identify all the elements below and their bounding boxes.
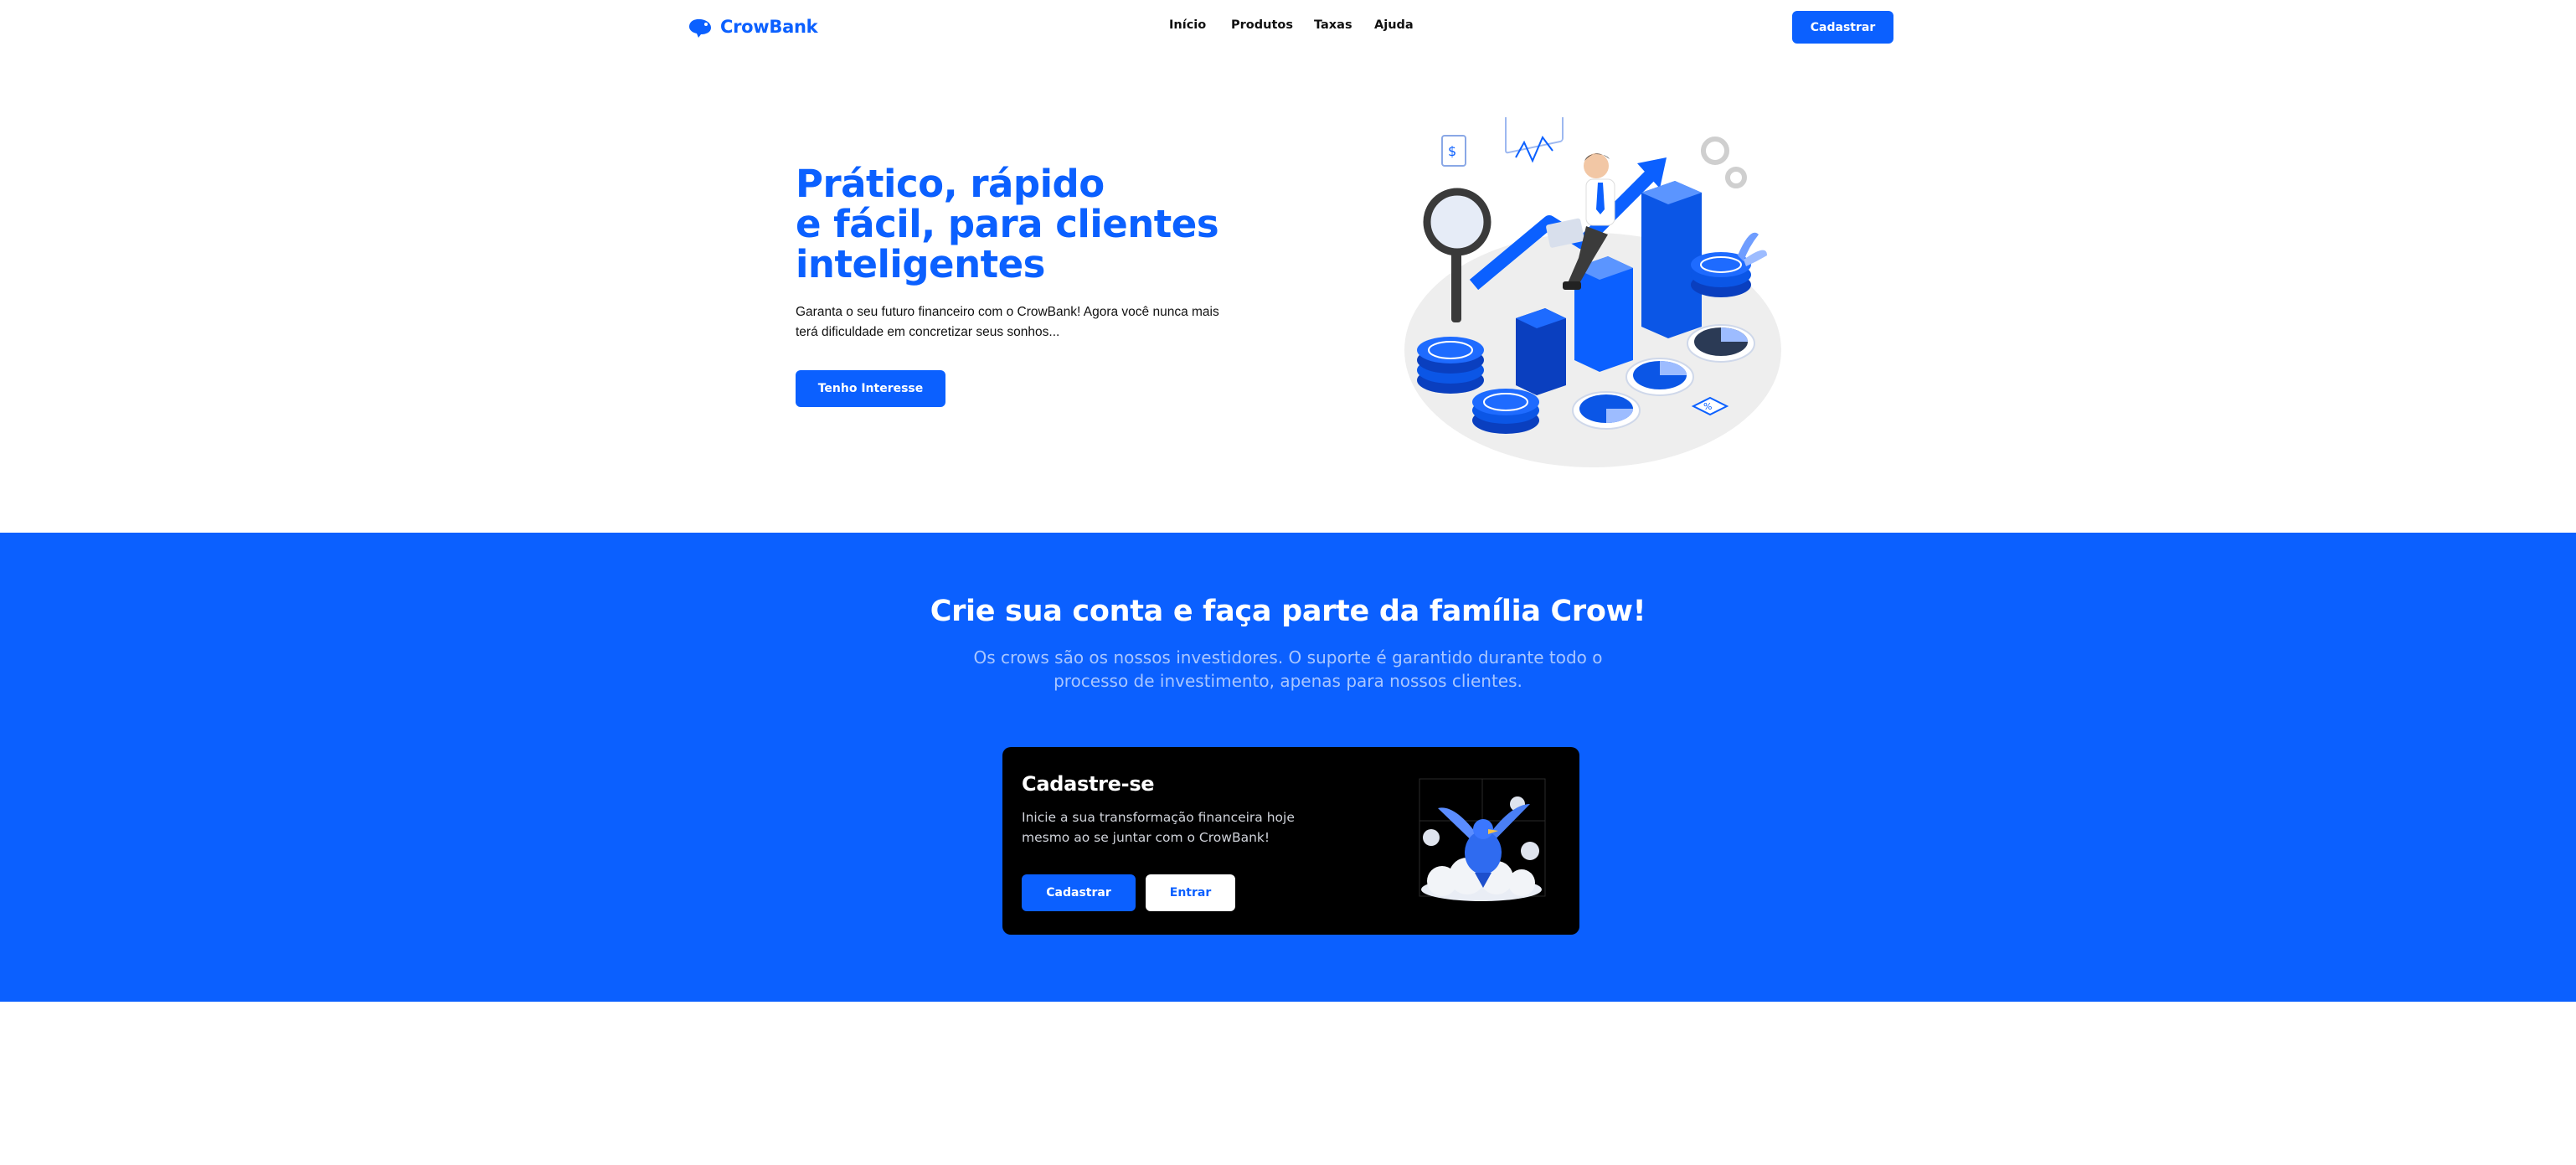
nav-item-produtos[interactable]: Produtos	[1231, 18, 1293, 32]
header-signup-button[interactable]: Cadastrar	[1792, 11, 1893, 44]
pie-chart-1	[1572, 391, 1641, 430]
main-nav: Início Produtos Taxas Ajuda	[0, 18, 2576, 39]
coin-stack-bottom	[1472, 389, 1539, 434]
hero-title-line-3: inteligentes	[796, 242, 1045, 286]
nav-item-inicio[interactable]: Início	[1169, 18, 1206, 32]
svg-text:$: $	[1448, 143, 1456, 159]
coin-stack-left	[1417, 337, 1484, 394]
bird-on-clouds-illustration	[1419, 778, 1546, 901]
card-signup-button[interactable]: Cadastrar	[1022, 874, 1136, 911]
hero-title: Prático, rápido e fácil, para clientes i…	[796, 164, 1265, 285]
investment-growth-illustration: $ %	[1404, 117, 1781, 467]
interest-button[interactable]: Tenho Interesse	[796, 370, 945, 407]
signup-card: Cadastre-se Inicie a sua transformação f…	[1002, 747, 1579, 935]
signup-section: Crie sua conta e faça parte da família C…	[0, 533, 2576, 1002]
hero-title-line-2: e fácil, para clientes	[796, 202, 1219, 246]
signup-section-title: Crie sua conta e faça parte da família C…	[930, 595, 1646, 628]
pie-chart-3	[1687, 324, 1755, 363]
gear-icon	[1701, 137, 1747, 188]
pie-chart-2	[1625, 358, 1694, 396]
nav-item-taxas[interactable]: Taxas	[1314, 18, 1352, 32]
hero-title-line-1: Prático, rápido	[796, 162, 1105, 206]
svg-text:%: %	[1703, 401, 1712, 412]
signup-card-title: Cadastre-se	[1022, 772, 1155, 796]
signup-section-subtitle: Os crows são os nossos investidores. O s…	[973, 647, 1603, 691]
site-header: CrowBank Início Produtos Taxas Ajuda Cad…	[0, 0, 2576, 55]
hero-subtitle: Garanta o seu futuro financeiro com o Cr…	[796, 305, 1219, 339]
nav-item-ajuda[interactable]: Ajuda	[1374, 18, 1414, 32]
login-button[interactable]: Entrar	[1146, 874, 1235, 911]
signup-card-text: Inicie a sua transformação financeira ho…	[1022, 810, 1295, 845]
